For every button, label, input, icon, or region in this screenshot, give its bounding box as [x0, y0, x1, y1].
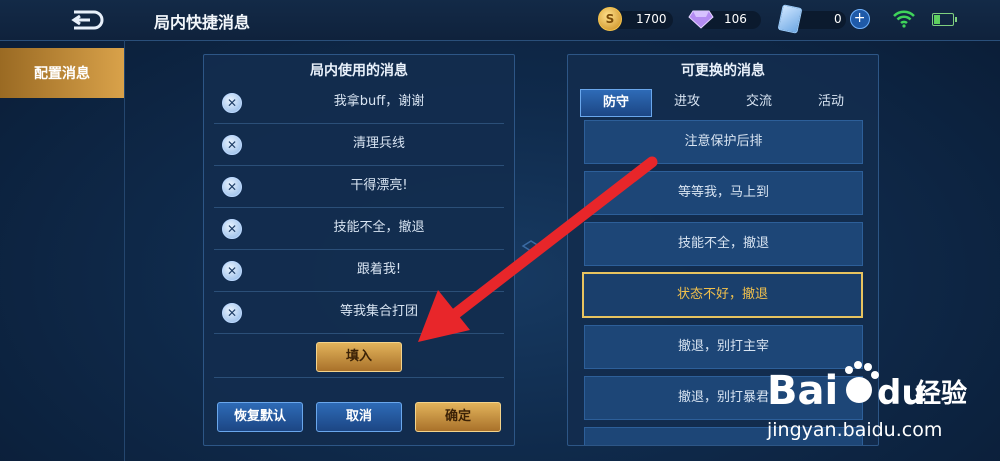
gem-counter: 106 — [688, 8, 747, 30]
battery-icon — [932, 13, 957, 26]
watermark-brand-cn: 经验 — [915, 378, 967, 409]
fill-in-button[interactable]: 填入 — [316, 342, 402, 372]
message-option[interactable]: 技能不全，撤退 — [584, 222, 863, 266]
confirm-button[interactable]: 确定 — [415, 402, 501, 432]
tab-attack[interactable]: 进攻 — [652, 89, 722, 115]
message-text: 跟着我! — [356, 262, 402, 277]
card-counter: 0 + — [777, 4, 870, 34]
gem-value: 106 — [724, 12, 747, 26]
message-row[interactable]: ✕ 等我集合打团 — [214, 291, 504, 334]
coin-value: 1700 — [636, 12, 667, 26]
add-card-button[interactable]: + — [849, 9, 870, 29]
in-game-messages-panel: 局内使用的消息 ✕ 我拿buff，谢谢 ✕ 清理兵线 ✕ 干得漂亮! ✕ 技能不… — [203, 54, 515, 446]
message-option-selected[interactable]: 状态不好，撤退 — [582, 272, 863, 318]
remove-message-icon[interactable]: ✕ — [222, 93, 242, 113]
baidu-jingyan-watermark: Bai du 经验 jingyan.baidu.com — [766, 361, 967, 441]
paw-logo-icon — [845, 361, 879, 403]
remove-message-icon[interactable]: ✕ — [222, 219, 242, 239]
message-row[interactable]: ✕ 跟着我! — [214, 249, 504, 292]
message-row[interactable]: ✕ 清理兵线 — [214, 123, 504, 166]
card-icon — [777, 4, 803, 34]
message-option[interactable]: 注意保护后排 — [584, 120, 863, 164]
message-text: 干得漂亮! — [350, 178, 408, 193]
panel-connector-icon — [521, 240, 541, 252]
message-option[interactable]: 等等我，马上到 — [584, 171, 863, 215]
remove-message-icon[interactable]: ✕ — [222, 135, 242, 155]
top-bar: 局内快捷消息 S 1700 106 0 + — [0, 0, 1000, 41]
cancel-button[interactable]: 取消 — [316, 402, 402, 432]
watermark-url: jingyan.baidu.com — [766, 419, 942, 441]
tab-activity[interactable]: 活动 — [796, 89, 866, 115]
wifi-icon — [893, 10, 915, 28]
message-text: 我拿buff，谢谢 — [333, 94, 425, 109]
back-arrow-icon[interactable] — [66, 8, 106, 32]
message-row[interactable]: ✕ 干得漂亮! — [214, 165, 504, 208]
remove-message-icon[interactable]: ✕ — [222, 177, 242, 197]
message-row[interactable]: ✕ 技能不全，撤退 — [214, 207, 504, 250]
purple-gem-icon — [688, 10, 714, 29]
message-text: 等我集合打团 — [339, 304, 418, 319]
watermark-brand: Bai — [767, 368, 838, 414]
page-title: 局内快捷消息 — [154, 13, 251, 32]
sidebar-tab-configure-messages[interactable]: 配置消息 — [0, 48, 124, 98]
gold-coin-icon: S — [598, 7, 622, 31]
replaceable-messages-title: 可更换的消息 — [681, 63, 765, 79]
remove-message-icon[interactable]: ✕ — [222, 303, 242, 323]
message-row[interactable]: ✕ 我拿buff，谢谢 — [214, 81, 504, 124]
remove-message-icon[interactable]: ✕ — [222, 261, 242, 281]
message-text: 技能不全，撤退 — [333, 220, 425, 235]
coin-counter: S 1700 — [598, 7, 667, 31]
reset-default-button[interactable]: 恢复默认 — [217, 402, 303, 432]
tab-communication[interactable]: 交流 — [724, 89, 794, 115]
card-value: 0 — [834, 12, 842, 26]
tab-defense[interactable]: 防守 — [580, 89, 652, 117]
sidebar-divider — [124, 40, 125, 461]
message-text: 清理兵线 — [352, 136, 405, 151]
